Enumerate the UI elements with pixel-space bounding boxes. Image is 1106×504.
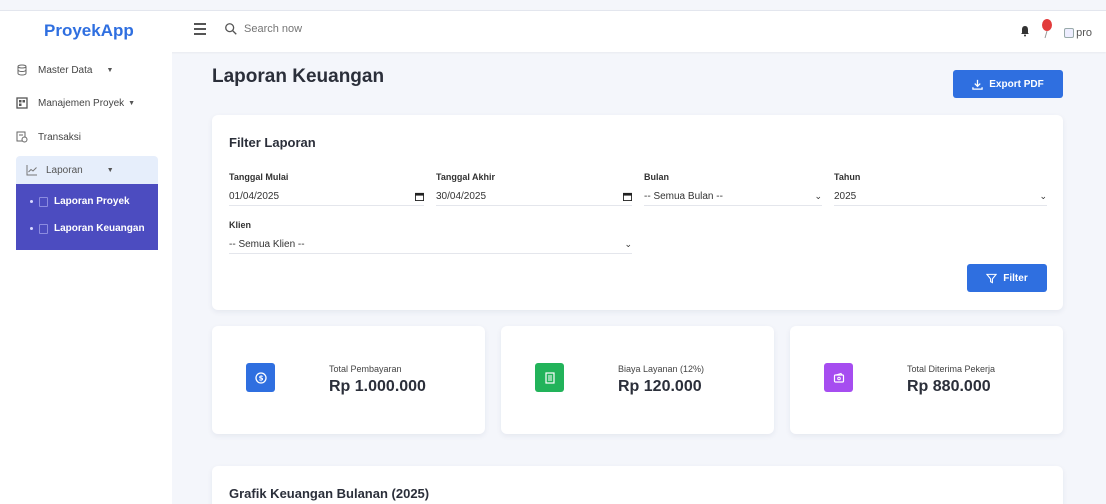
export-pdf-button[interactable]: Export PDF <box>953 70 1063 98</box>
sidebar-item-laporan[interactable]: Laporan ▼ <box>16 156 158 184</box>
stat-card-total-pembayaran: $ Total Pembayaran Rp 1.000.000 <box>212 326 485 434</box>
stat-label: Total Pembayaran <box>329 364 402 374</box>
klien-label: Klien <box>229 220 252 230</box>
sidebar-item-master-data[interactable]: Master Data ▼ <box>16 60 113 80</box>
header-actions: pro <box>1020 19 1092 43</box>
tanggal-akhir-input[interactable]: 30/04/2025 <box>436 188 632 206</box>
sidebar: Master Data ▼ Manajemen Proyek ▼ Transak… <box>0 52 172 504</box>
stat-value: Rp 120.000 <box>618 378 702 395</box>
wallet-icon <box>824 363 853 392</box>
filter-button[interactable]: Filter <box>967 264 1047 292</box>
user-avatar[interactable]: pro <box>1064 27 1092 39</box>
document-icon <box>39 223 48 234</box>
submenu-item-laporan-keuangan[interactable]: Laporan Keuangan <box>30 223 145 234</box>
tahun-label: Tahun <box>834 172 861 182</box>
chevron-down-icon: ▼ <box>106 66 114 74</box>
chart-card: Grafik Keuangan Bulanan (2025) <box>212 466 1063 504</box>
search-icon[interactable] <box>224 22 238 36</box>
filter-icon <box>986 273 998 284</box>
receipt-icon <box>535 363 564 392</box>
top-navbar: ProyekApp pro <box>0 10 1106 52</box>
hamburger-menu-icon[interactable] <box>194 23 208 37</box>
search-bar <box>224 22 394 36</box>
broken-image-icon <box>1064 28 1075 38</box>
filter-title: Filter Laporan <box>229 135 316 150</box>
app-brand[interactable]: ProyekApp <box>44 21 134 41</box>
tahun-select[interactable]: 2025 ⌄ <box>834 188 1047 206</box>
download-icon <box>972 79 983 90</box>
stat-label: Biaya Layanan (12%) <box>618 364 705 374</box>
chevron-down-icon: ⌄ <box>624 239 632 249</box>
chevron-down-icon: ⌄ <box>1039 191 1047 201</box>
submenu-item-laporan-proyek[interactable]: Laporan Proyek <box>30 196 130 207</box>
tanggal-akhir-label: Tanggal Akhir <box>436 172 496 182</box>
document-icon <box>39 196 48 207</box>
balloon-icon[interactable] <box>1040 19 1054 39</box>
filter-card: Filter Laporan Tanggal Mulai 01/04/2025 … <box>212 115 1063 310</box>
chart-line-icon <box>26 165 37 176</box>
stat-label: Total Diterima Pekerja <box>907 364 996 374</box>
transaction-icon <box>16 131 28 143</box>
calendar-icon[interactable] <box>415 192 424 201</box>
sidebar-item-manajemen-proyek[interactable]: Manajemen Proyek ▼ <box>16 93 135 113</box>
calendar-icon[interactable] <box>623 192 632 201</box>
database-icon <box>17 64 27 76</box>
klien-select[interactable]: -- Semua Klien -- ⌄ <box>229 236 632 254</box>
dollar-icon: $ <box>246 363 275 392</box>
search-input[interactable] <box>244 23 394 35</box>
chevron-down-icon: ⌄ <box>814 191 822 201</box>
page-title: Laporan Keuangan <box>212 66 385 87</box>
stat-card-biaya-layanan: Biaya Layanan (12%) Rp 120.000 <box>501 326 774 434</box>
grid-icon <box>16 97 28 109</box>
chevron-down-icon: ▼ <box>128 99 136 107</box>
notification-bell-icon[interactable] <box>1020 24 1030 42</box>
sidebar-item-transaksi[interactable]: Transaksi <box>16 127 81 147</box>
laporan-submenu: Laporan Proyek Laporan Keuangan <box>16 184 158 250</box>
chart-title: Grafik Keuangan Bulanan (2025) <box>229 486 430 501</box>
bulan-label: Bulan <box>644 172 670 182</box>
tanggal-mulai-label: Tanggal Mulai <box>229 172 289 182</box>
stat-value: Rp 1.000.000 <box>329 378 426 395</box>
bulan-select[interactable]: -- Semua Bulan -- ⌄ <box>644 188 822 206</box>
chevron-down-icon: ▼ <box>106 166 114 174</box>
svg-text:$: $ <box>258 374 263 382</box>
stat-card-total-diterima-pekerja: Total Diterima Pekerja Rp 880.000 <box>790 326 1063 434</box>
stat-value: Rp 880.000 <box>907 378 991 395</box>
tanggal-mulai-input[interactable]: 01/04/2025 <box>229 188 424 206</box>
